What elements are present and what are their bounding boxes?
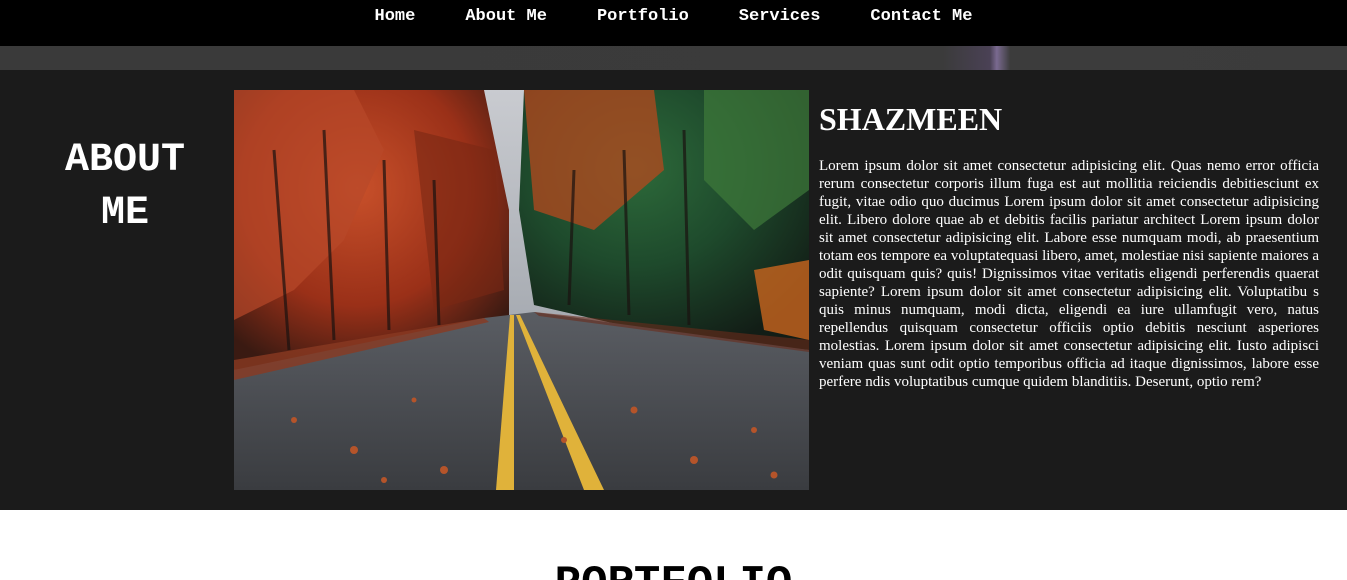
- hero-image-strip: [0, 46, 1347, 70]
- nav-link-portfolio[interactable]: Portfolio: [572, 7, 714, 26]
- nav-link-home[interactable]: Home: [350, 7, 441, 26]
- about-section: ABOUT ME SHAZMEEN Lorem ipsum dolor sit …: [0, 70, 1347, 510]
- about-heading: ABOUT ME: [64, 138, 186, 236]
- about-photo: [234, 90, 809, 490]
- nav-link-contact-me[interactable]: Contact Me: [845, 7, 997, 26]
- nav-links: Home About Me Portfolio Services Contact…: [0, 0, 1347, 32]
- about-name: SHAZMEEN: [819, 101, 1003, 137]
- nav-link-about-me[interactable]: About Me: [440, 7, 572, 26]
- nav-link-services[interactable]: Services: [714, 7, 846, 26]
- autumn-road-image: [234, 90, 809, 490]
- top-navbar: Home About Me Portfolio Services Contact…: [0, 0, 1347, 46]
- about-description: Lorem ipsum dolor sit amet consectetur a…: [819, 158, 1319, 390]
- portfolio-heading: PORTFOLIO: [0, 562, 1347, 580]
